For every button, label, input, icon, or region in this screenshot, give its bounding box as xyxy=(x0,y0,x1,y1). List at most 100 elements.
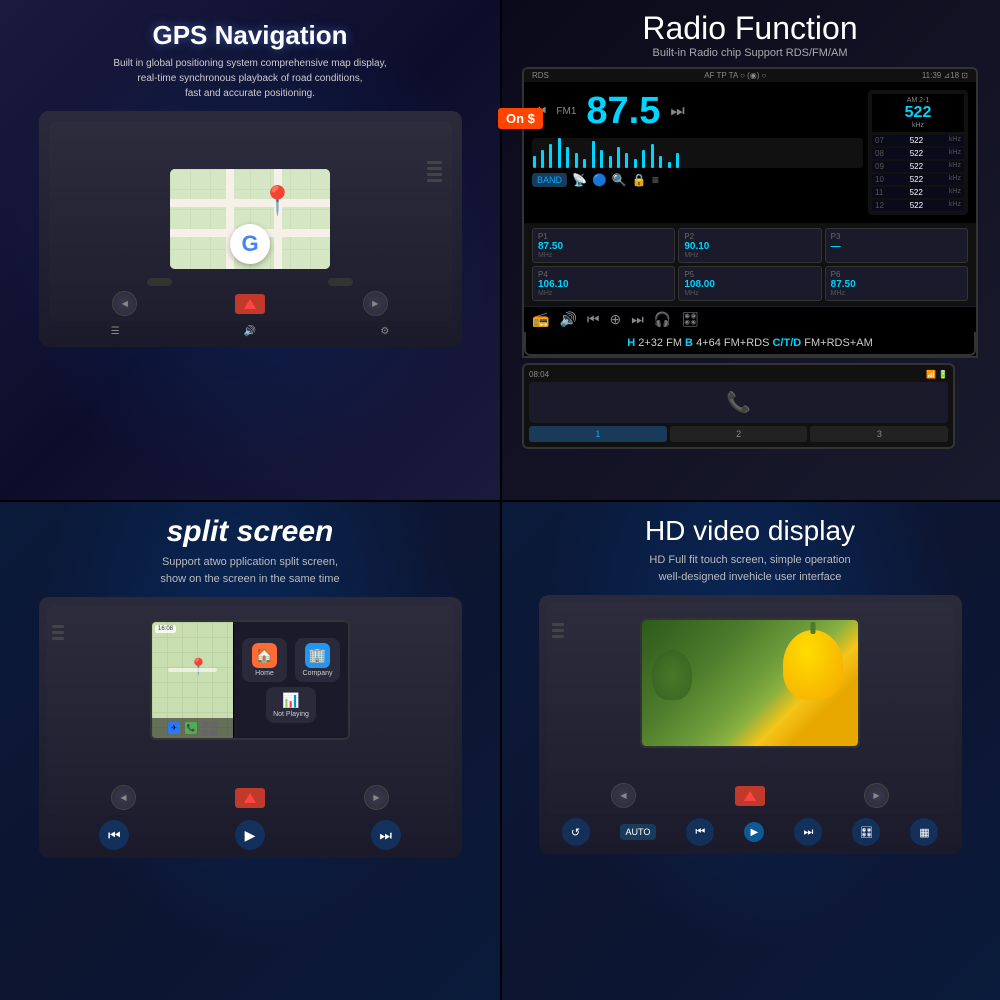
video-grid-button[interactable]: ▦ xyxy=(910,818,938,846)
preset-button[interactable]: P6 87.50 MHz xyxy=(825,266,968,301)
preset-button[interactable]: P4 106.10 MHz xyxy=(532,266,675,301)
carplay-app-grid[interactable] xyxy=(202,721,217,736)
play-button[interactable]: ▶ xyxy=(235,820,265,850)
preset-unit: MHz xyxy=(831,290,962,297)
zoom-icon[interactable]: 🔍 xyxy=(612,173,627,187)
station-frequency: 522 xyxy=(909,188,922,197)
menu-icon[interactable]: ≡ xyxy=(652,173,659,187)
carplay-app-telegram[interactable]: ✈ xyxy=(168,722,180,734)
radio-station-item[interactable]: 07 522 kHz xyxy=(872,135,964,146)
station-number: 07 xyxy=(875,136,884,145)
split-playback-controls: ⏮ ▶ ⏭ xyxy=(47,820,454,850)
skip-back-icon[interactable]: ⏮ xyxy=(587,311,600,328)
video-rewind-button[interactable]: ↺ xyxy=(562,818,590,846)
radio-right-panel: AM 2-1 522 kHz 07 522 kHz 08 522 kHz 09 … xyxy=(868,90,968,215)
pepper-stem xyxy=(811,622,816,634)
grid-dot xyxy=(210,729,217,736)
video-forward-button[interactable]: ⏭ xyxy=(794,818,822,846)
video-skip-button[interactable]: ⏮ xyxy=(686,818,714,846)
preset-button[interactable]: P3 — xyxy=(825,228,968,263)
band-button[interactable]: BAND xyxy=(532,173,567,187)
home-app-button[interactable]: 🏠 Home xyxy=(242,638,287,682)
radio-station-item[interactable]: 09 522 kHz xyxy=(872,161,964,172)
model-specs-text: H 2+32 FM B 4+64 FM+RDS C/T/D FM+RDS+AM xyxy=(534,337,966,349)
phone-call-icon[interactable]: 📞 xyxy=(726,390,751,415)
hazard-icon xyxy=(244,793,256,803)
split-screen-device: 16:08 📍 ✈ 📞 xyxy=(150,620,350,740)
preset-label: P5 xyxy=(684,270,815,279)
nav-button-right[interactable]: ▶ xyxy=(363,291,388,316)
radio-band-controls: BAND 📡 🔵 🔍 🔒 ≡ xyxy=(532,173,863,187)
carplay-app-phone[interactable]: 📞 xyxy=(185,722,197,734)
control-left[interactable]: ◀ xyxy=(111,785,136,810)
menu-icon[interactable]: ☰ xyxy=(111,326,120,337)
radio-station-item[interactable]: 10 522 kHz xyxy=(872,174,964,185)
spectrum-bar xyxy=(549,144,552,168)
bottom-controls xyxy=(49,278,452,286)
left-vent xyxy=(52,625,64,640)
radio-section: Radio Function Built-in Radio chip Suppo… xyxy=(500,0,1000,500)
cast-icon[interactable]: 📻 xyxy=(532,311,549,328)
radio-station-item[interactable]: 08 522 kHz xyxy=(872,148,964,159)
station-frequency: 522 xyxy=(910,162,923,171)
preset-unit: MHz xyxy=(684,290,815,297)
split-subtitle: Support atwo pplication split screen, sh… xyxy=(160,554,339,587)
slider-control[interactable] xyxy=(328,278,353,286)
rewind-button[interactable]: ⏮ xyxy=(99,820,129,850)
spectrum-bar xyxy=(592,141,595,168)
carplay-top-apps: 🏠 Home 🏢 Company xyxy=(242,638,340,682)
not-playing-button[interactable]: 📊 Not Playing xyxy=(266,687,316,723)
station-unit: kHz xyxy=(949,175,961,184)
model-c: C/T/D xyxy=(772,337,801,349)
vent-slot xyxy=(552,629,564,632)
model-b-spec: 4+64 FM+RDS xyxy=(696,337,772,349)
hazard-button[interactable] xyxy=(235,294,265,314)
nav-button-left[interactable]: ◀ xyxy=(112,291,137,316)
am-unit: kHz xyxy=(875,122,961,129)
radio-station-item[interactable]: 12 522 kHz xyxy=(872,200,964,211)
audio-icon[interactable]: 🔊 xyxy=(244,326,256,337)
slider-control[interactable] xyxy=(147,278,172,286)
skip-forward-icon[interactable]: ⏭ xyxy=(631,311,644,328)
video-control-left[interactable]: ◀ xyxy=(611,783,636,808)
forward-icon[interactable]: ⏭ xyxy=(670,103,684,121)
radio-station-item[interactable]: 11 522 kHz xyxy=(872,187,964,198)
radio-left-panel: ⏮ FM1 87.5 ⏭ xyxy=(532,90,863,215)
headphone-icon[interactable]: 🎧 xyxy=(654,311,671,328)
video-play-button[interactable]: ▶ xyxy=(744,822,764,842)
video-hazard-button[interactable] xyxy=(735,786,765,806)
preset-unit: MHz xyxy=(538,290,669,297)
station-frequency: 522 xyxy=(910,201,923,210)
volume-icon[interactable]: 🔊 xyxy=(559,311,576,328)
bluetooth-icon[interactable]: 🔵 xyxy=(592,173,607,187)
android-tab-3[interactable]: 3 xyxy=(810,426,948,442)
equalizer-icon[interactable]: 🎛 xyxy=(681,311,699,328)
vent-slot xyxy=(552,623,564,626)
skip-icon[interactable]: ⊕ xyxy=(609,311,621,328)
hazard-button[interactable] xyxy=(235,788,265,808)
company-app-button[interactable]: 🏢 Company xyxy=(295,638,340,682)
wifi-icon[interactable]: 📡 xyxy=(572,173,587,187)
video-control-right[interactable]: ▶ xyxy=(864,783,889,808)
android-tab-1[interactable]: 1 xyxy=(529,426,667,442)
lock-icon[interactable]: 🔒 xyxy=(632,173,647,187)
android-screen-container: 08:04 📶 🔋 📞 1 2 3 xyxy=(522,363,955,449)
radio-frequency-display: 87.5 xyxy=(586,90,660,133)
radio-status-bar: RDS AF TP TA ○ (◉) ○ 11:39 ⊿18 ⊡ xyxy=(524,69,976,82)
gps-subtitle: Built in global positioning system compr… xyxy=(113,56,386,101)
preset-button[interactable]: P2 90.10 MHz xyxy=(678,228,821,263)
settings-icon[interactable]: ⚙ xyxy=(380,326,389,337)
carplay-time: 16:08 xyxy=(158,626,173,632)
fast-forward-button[interactable]: ⏭ xyxy=(371,820,401,850)
video-eq-button[interactable]: 🎛 xyxy=(852,818,880,846)
dashboard-controls: ☰ 🔊 ⚙ xyxy=(49,326,452,337)
control-right[interactable]: ▶ xyxy=(364,785,389,810)
android-tab-2[interactable]: 2 xyxy=(670,426,808,442)
preset-button[interactable]: P5 108.00 MHz xyxy=(678,266,821,301)
preset-label: P4 xyxy=(538,270,669,279)
preset-label: P3 xyxy=(831,232,962,241)
auto-button[interactable]: AUTO xyxy=(620,824,657,840)
preset-button[interactable]: P1 87.50 MHz xyxy=(532,228,675,263)
hazard-icon xyxy=(744,791,756,801)
spectrum-bar xyxy=(583,159,586,168)
